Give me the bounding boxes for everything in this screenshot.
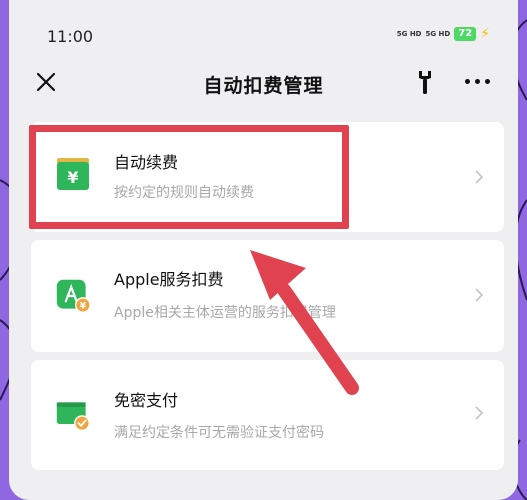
list-item-auto-renew[interactable]: ¥ 自动续费 按约定的规则自动续费: [31, 122, 504, 232]
battery-icon: 72: [454, 27, 477, 41]
signal-icon: 5G HD: [425, 30, 451, 38]
item-subtitle: 按约定的规则自动续费: [114, 185, 254, 201]
signal-icon: 5G HD: [396, 30, 422, 38]
status-time: 11:00: [47, 27, 94, 46]
wrench-icon[interactable]: [414, 69, 436, 95]
list-item-apple-service[interactable]: ¥ Apple服务扣费 Apple相关主体运营的服务扣费管理: [31, 240, 504, 352]
item-subtitle: 满足约定条件可无需验证支付密码: [114, 425, 324, 441]
chevron-right-icon: [475, 288, 484, 302]
navigation-bar: 自动扣费管理: [9, 64, 518, 108]
item-title: Apple服务扣费: [114, 270, 224, 289]
chevron-right-icon: [475, 170, 484, 184]
phone-screen: 11:00 5G HD 5G HD 72 ⚡ 自动扣费管理 ¥ 自动续费 按约定…: [9, 0, 518, 500]
page-title: 自动扣费管理: [203, 75, 324, 97]
status-bar: 11:00 5G HD 5G HD 72 ⚡: [9, 0, 518, 64]
chevron-right-icon: [475, 406, 484, 420]
item-subtitle: Apple相关主体运营的服务扣费管理: [114, 305, 336, 321]
item-title: 免密支付: [114, 391, 179, 410]
yuan-card-icon: ¥: [57, 158, 89, 190]
item-title: 自动续费: [114, 153, 179, 172]
svg-text:¥: ¥: [67, 168, 78, 187]
status-icons: 5G HD 5G HD 72 ⚡: [397, 26, 490, 42]
more-icon[interactable]: [465, 79, 490, 84]
app-store-yuan-icon: ¥: [56, 279, 91, 313]
list-item-password-free-pay[interactable]: 免密支付 满足约定条件可无需验证支付密码: [31, 360, 504, 470]
wallet-check-icon: [56, 402, 90, 431]
svg-text:¥: ¥: [80, 302, 87, 312]
charging-icon: ⚡: [480, 26, 490, 42]
